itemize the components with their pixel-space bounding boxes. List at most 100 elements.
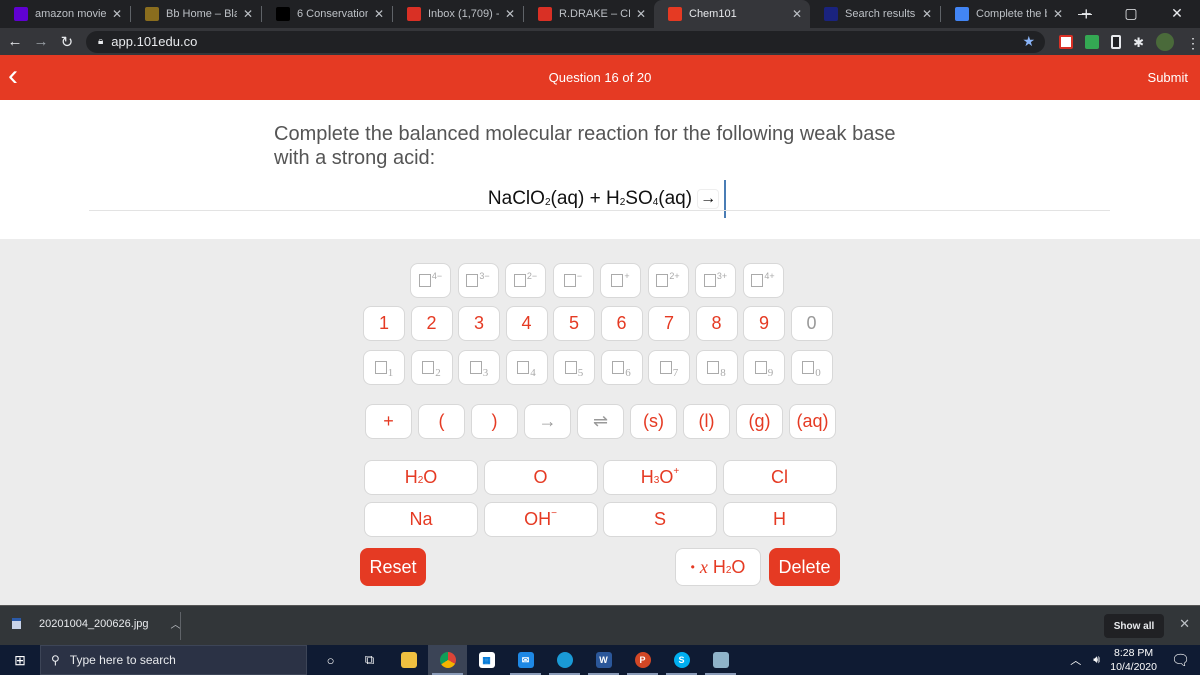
digit-key[interactable]: 1: [363, 306, 405, 341]
subscript-key[interactable]: 4: [505, 350, 548, 385]
minimize-icon[interactable]: —: [1062, 0, 1108, 28]
browser-tab[interactable]: 6 Conservation of ✕: [262, 0, 392, 28]
browser-tab[interactable]: amazon movies - Y ✕: [0, 0, 130, 28]
subscript-key[interactable]: 2: [410, 350, 453, 385]
download-item[interactable]: 20201004_200626.jpg ︿: [12, 616, 181, 631]
close-paren-key[interactable]: ): [471, 404, 518, 439]
file-explorer-icon[interactable]: [389, 645, 428, 675]
species-key[interactable]: Na: [364, 502, 478, 537]
species-key[interactable]: S: [603, 502, 717, 537]
window-close-icon[interactable]: ✕: [1154, 0, 1200, 28]
digit-key[interactable]: 7: [648, 306, 690, 341]
digit-key[interactable]: 2: [410, 306, 453, 341]
maximize-icon[interactable]: ▢: [1108, 0, 1154, 28]
tab-close-icon[interactable]: ✕: [922, 7, 932, 21]
extension-doc-icon[interactable]: [1111, 34, 1122, 49]
profile-avatar[interactable]: [1156, 32, 1175, 51]
solid-state-key[interactable]: (s): [630, 404, 677, 439]
mail-icon[interactable]: ✉: [506, 645, 545, 675]
subscript-key[interactable]: 8: [695, 350, 738, 385]
digit-key[interactable]: 5: [553, 306, 595, 341]
back-arrow-icon[interactable]: ←: [4, 33, 26, 50]
browser-tab[interactable]: Complete the bala✕: [941, 0, 1071, 28]
menu-dots-icon[interactable]: ⋮: [1186, 35, 1200, 51]
plus-key[interactable]: +: [365, 404, 412, 439]
charge-key[interactable]: 4−: [410, 263, 451, 298]
subscript-key[interactable]: 5: [553, 350, 595, 385]
tab-close-icon[interactable]: ✕: [792, 7, 802, 21]
store-icon[interactable]: ▦: [467, 645, 506, 675]
powerpoint-icon[interactable]: P: [623, 645, 662, 675]
task-view-icon[interactable]: ⧉: [350, 645, 389, 675]
charge-key[interactable]: 3+: [695, 263, 736, 298]
browser-tab[interactable]: Search results for ' ✕: [810, 0, 940, 28]
delete-button[interactable]: Delete: [769, 548, 840, 586]
close-icon[interactable]: ✕: [1179, 616, 1190, 632]
forward-arrow-icon[interactable]: →: [30, 33, 52, 50]
species-key[interactable]: Cl: [722, 460, 837, 495]
tab-close-icon[interactable]: ✕: [374, 7, 384, 21]
subscript-key[interactable]: 1: [363, 350, 405, 385]
show-all-button[interactable]: Show all: [1104, 614, 1164, 638]
open-paren-key[interactable]: (: [418, 404, 465, 439]
bookmark-star-icon[interactable]: ★: [1023, 33, 1036, 50]
digit-key[interactable]: 3: [458, 306, 500, 341]
answer-input-caret[interactable]: [724, 180, 727, 218]
liquid-state-key[interactable]: (l): [683, 404, 730, 439]
equilibrium-arrow-key[interactable]: ⇌: [577, 404, 624, 439]
tab-close-icon[interactable]: ✕: [636, 7, 646, 21]
edge-icon[interactable]: [545, 645, 584, 675]
reset-button[interactable]: Reset: [360, 548, 426, 586]
browser-tab[interactable]: R.DRAKE – CHEM 1 ✕: [524, 0, 654, 28]
subscript-key[interactable]: 7: [648, 350, 690, 385]
subscript-key[interactable]: 3: [458, 350, 500, 385]
extension-red-icon[interactable]: [1059, 34, 1074, 49]
word-icon[interactable]: W: [584, 645, 623, 675]
tab-close-icon[interactable]: ✕: [505, 7, 515, 21]
submit-button[interactable]: Submit: [1148, 70, 1188, 85]
extension-green-icon[interactable]: [1085, 34, 1100, 49]
digit-key[interactable]: 0: [790, 306, 833, 341]
address-bar[interactable]: 🔒︎ app.101edu.co ★: [85, 30, 1046, 53]
taskbar-search-box[interactable]: ⚲ Type here to search: [40, 645, 307, 675]
chevron-up-icon[interactable]: ︿: [1070, 652, 1081, 668]
browser-tab[interactable]: Chem101 ✕: [654, 0, 810, 28]
hydrate-water-key[interactable]: • x H 2 O: [675, 548, 761, 586]
species-key[interactable]: H 3 O +: [603, 460, 717, 495]
gas-state-key[interactable]: (g): [736, 404, 783, 439]
species-key[interactable]: H: [722, 502, 837, 537]
charge-key[interactable]: −: [552, 263, 594, 298]
browser-tab[interactable]: Bb Home – Blackb ✕: [131, 0, 261, 28]
reload-icon[interactable]: ↻: [56, 33, 78, 51]
digit-key[interactable]: 6: [600, 306, 643, 341]
notifications-icon[interactable]: 🗨︎: [1171, 651, 1190, 669]
clock[interactable]: 8:28 PM 10/4/2020: [1110, 646, 1157, 674]
extensions-puzzle-icon[interactable]: ✱: [1133, 35, 1144, 50]
charge-key[interactable]: 2+: [647, 263, 689, 298]
species-key[interactable]: O: [483, 460, 598, 495]
species-key[interactable]: H2O: [364, 460, 478, 495]
yields-arrow-key[interactable]: →: [524, 404, 571, 439]
tab-close-icon[interactable]: ✕: [112, 7, 122, 21]
digit-key[interactable]: 9: [743, 306, 785, 341]
chrome-taskbar-icon[interactable]: [428, 645, 467, 675]
skype-icon[interactable]: S: [662, 645, 701, 675]
back-chevron-icon[interactable]: ‹: [8, 61, 18, 91]
subscript-key[interactable]: 6: [600, 350, 643, 385]
volume-icon[interactable]: 🔊︎: [1093, 654, 1100, 667]
charge-key[interactable]: 2−: [505, 263, 546, 298]
charge-key[interactable]: 3−: [457, 263, 499, 298]
species-key[interactable]: OH −: [483, 502, 598, 537]
subscript-key[interactable]: 9: [743, 350, 785, 385]
digit-key[interactable]: 8: [695, 306, 738, 341]
subscript-key[interactable]: 0: [790, 350, 833, 385]
browser-tab[interactable]: Inbox (1,709) - coll ✕: [393, 0, 523, 28]
aqueous-state-key[interactable]: (aq): [789, 404, 836, 439]
windows-start-icon[interactable]: ⊞: [0, 652, 40, 669]
charge-key[interactable]: +: [600, 263, 641, 298]
charge-key[interactable]: 4+: [742, 263, 784, 298]
digit-key[interactable]: 4: [505, 306, 548, 341]
cortana-icon[interactable]: ○: [311, 645, 350, 675]
notes-app-icon[interactable]: [701, 645, 740, 675]
tab-close-icon[interactable]: ✕: [243, 7, 253, 21]
